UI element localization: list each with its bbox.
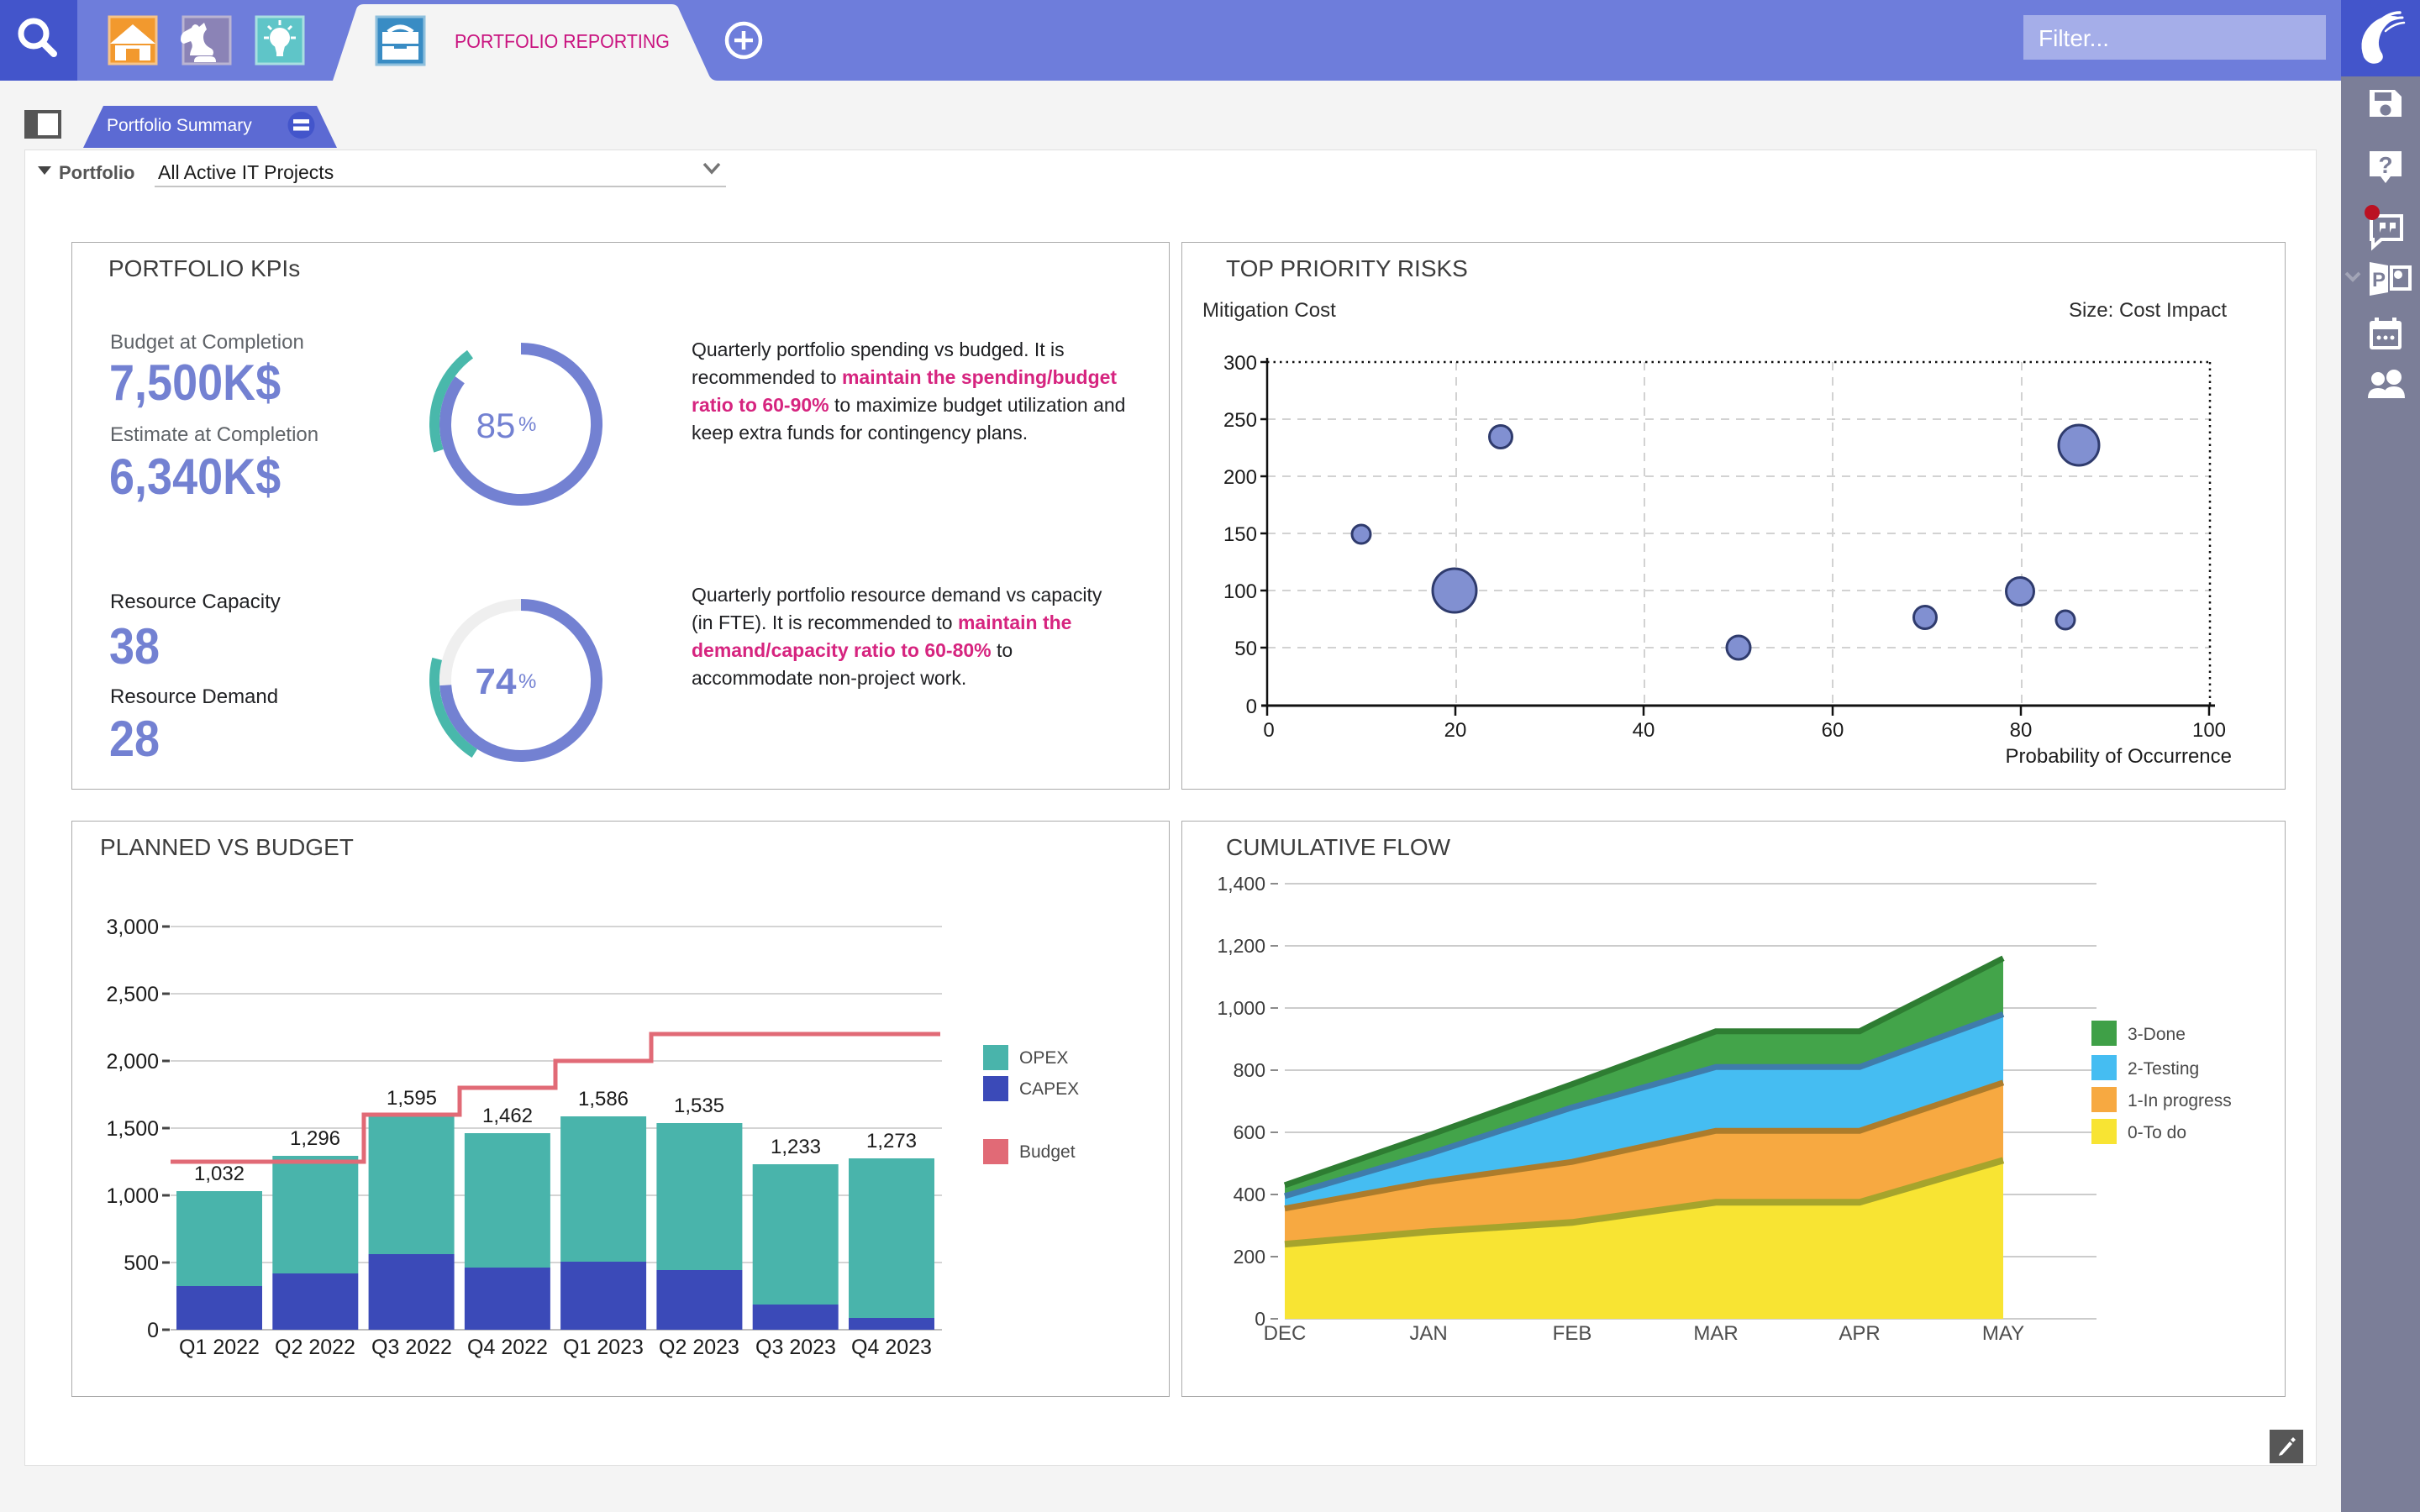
svg-text:1,000: 1,000 [106,1184,159,1208]
svg-text:?: ? [2378,152,2392,178]
svg-text:%: % [518,670,536,693]
svg-text:P: P [2372,269,2386,291]
svg-text:0-To do: 0-To do [2128,1123,2186,1142]
svg-text:1,462: 1,462 [482,1105,533,1127]
svg-text:1,400: 1,400 [1217,873,1265,895]
svg-text:Q4 2023: Q4 2023 [851,1336,932,1359]
svg-text:DEC: DEC [1264,1322,1307,1345]
svg-text:2-Testing: 2-Testing [2128,1059,2199,1079]
svg-text:Q1 2023: Q1 2023 [563,1336,644,1359]
svg-text:MAY: MAY [1982,1322,2024,1345]
svg-text:50: 50 [1234,638,1257,660]
svg-text:CAPEX: CAPEX [1019,1079,1079,1099]
svg-text:150: 150 [1223,523,1257,546]
svg-text:1-In progress: 1-In progress [2128,1091,2232,1110]
svg-text:Size: Cost Impact: Size: Cost Impact [2069,299,2227,322]
svg-text:Q3 2022: Q3 2022 [371,1336,452,1359]
svg-text:JAN: JAN [1409,1322,1447,1345]
svg-text:1,032: 1,032 [194,1163,245,1185]
svg-text:%: % [518,413,536,436]
svg-text:74: 74 [476,661,517,702]
svg-text:1,595: 1,595 [387,1087,437,1110]
svg-text:20: 20 [1444,719,1467,742]
svg-text:OPEX: OPEX [1019,1048,1068,1068]
svg-text:60: 60 [1822,719,1844,742]
svg-text:Mitigation Cost: Mitigation Cost [1202,299,1336,322]
svg-text:1,273: 1,273 [866,1130,917,1152]
svg-text:80: 80 [2010,719,2033,742]
svg-text:600: 600 [1234,1121,1265,1143]
svg-text:FEB: FEB [1553,1322,1592,1345]
svg-text:200: 200 [1234,1246,1265,1268]
svg-text:200: 200 [1223,466,1257,489]
svg-text:100: 100 [1223,580,1257,603]
svg-text:300: 300 [1223,352,1257,375]
svg-text:3,000: 3,000 [106,916,159,939]
svg-text:500: 500 [124,1252,159,1275]
svg-text:Q2 2022: Q2 2022 [275,1336,355,1359]
svg-text:1,500: 1,500 [106,1117,159,1141]
svg-text:MAR: MAR [1693,1322,1738,1345]
svg-text:1,535: 1,535 [674,1095,724,1117]
svg-text:2,000: 2,000 [106,1050,159,1074]
svg-text:Q4 2022: Q4 2022 [467,1336,548,1359]
svg-text:3-Done: 3-Done [2128,1025,2186,1044]
svg-text:400: 400 [1234,1184,1265,1205]
svg-text:0: 0 [147,1319,159,1342]
svg-text:Budget: Budget [1019,1142,1076,1162]
svg-text:0: 0 [1246,696,1257,718]
svg-text:100: 100 [2192,719,2226,742]
svg-text:250: 250 [1223,409,1257,432]
svg-text:1,200: 1,200 [1217,935,1265,957]
svg-text:40: 40 [1633,719,1655,742]
svg-text:800: 800 [1234,1059,1265,1081]
svg-text:1,586: 1,586 [578,1088,629,1110]
svg-text:Q1 2022: Q1 2022 [179,1336,260,1359]
svg-text:Probability of Occurrence: Probability of Occurrence [2006,745,2232,768]
svg-text:1,000: 1,000 [1217,997,1265,1019]
svg-text:APR: APR [1839,1322,1880,1345]
svg-text:Q2 2023: Q2 2023 [659,1336,739,1359]
svg-text:Q3 2023: Q3 2023 [755,1336,836,1359]
svg-text:85: 85 [476,406,516,445]
svg-text:1,233: 1,233 [771,1136,821,1158]
svg-text:2,500: 2,500 [106,983,159,1006]
svg-text:0: 0 [1263,719,1274,742]
svg-text:1,296: 1,296 [290,1127,340,1150]
